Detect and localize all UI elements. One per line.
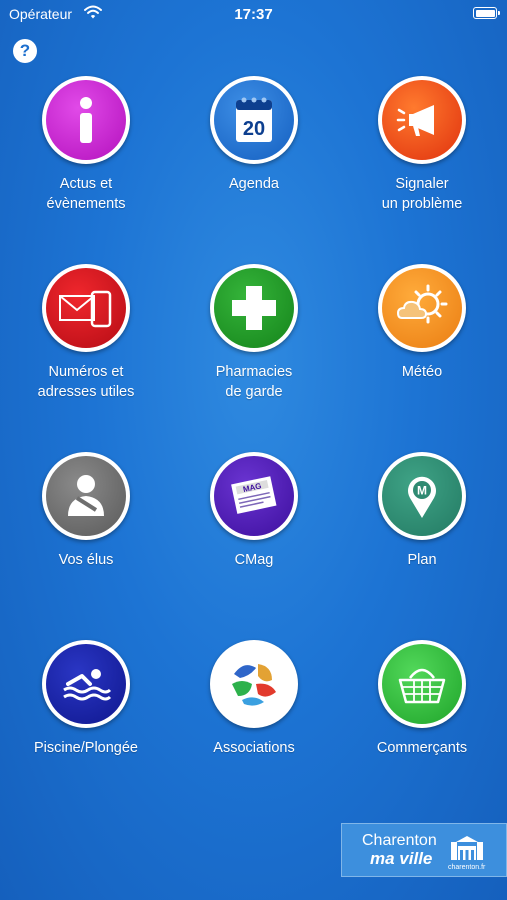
swimmer-icon — [46, 644, 126, 724]
pin-letter: M — [417, 484, 427, 498]
megaphone-icon — [382, 80, 462, 160]
tile-commercants[interactable]: Commerçants — [342, 640, 502, 758]
tile-signaler[interactable]: Signaler un problème — [342, 76, 502, 214]
calendar-day: 20 — [243, 118, 265, 140]
tile-label: Commerçants — [376, 740, 468, 756]
tile-label: Vos élus — [58, 552, 114, 568]
tile-plan[interactable]: M Plan — [342, 452, 502, 570]
mail-phone-icon — [46, 268, 126, 348]
tile-label: CMag — [234, 552, 274, 568]
tile-pharmacies[interactable]: Pharmacies de garde — [174, 264, 334, 402]
magazine-icon: MAG — [214, 456, 294, 536]
tile-label: Agenda — [229, 176, 279, 192]
tile-elus[interactable]: Vos élus — [6, 452, 166, 570]
tile-label: Piscine/Plongée — [34, 740, 138, 756]
info-icon — [46, 80, 126, 160]
tile-label: Pharmacies de garde — [215, 364, 293, 400]
calendar-icon: 20 — [214, 80, 294, 160]
pharmacy-cross-icon — [214, 268, 294, 348]
brand-name: Charenton — [362, 832, 437, 849]
tile-label: Numéros et adresses utiles — [37, 364, 135, 400]
tile-numeros[interactable]: Numéros et adresses utiles — [6, 264, 166, 402]
tile-label: Actus et évènements — [46, 176, 126, 212]
tile-agenda[interactable]: 20 Agenda — [174, 76, 334, 194]
map-pin-icon: M — [382, 456, 462, 536]
weather-sun-cloud-icon — [382, 268, 462, 348]
tile-label: Signaler un problème — [381, 176, 463, 212]
brand-website: charenton.fr — [448, 864, 486, 871]
associations-logo-icon — [214, 644, 294, 724]
tile-actus[interactable]: Actus et évènements — [6, 76, 166, 214]
status-bar: Opérateur 17:37 — [0, 0, 507, 30]
person-icon — [46, 456, 126, 536]
tile-label: Associations — [213, 740, 295, 756]
tile-piscine[interactable]: Piscine/Plongée — [6, 640, 166, 758]
town-hall-emblem-icon — [450, 832, 484, 867]
tile-associations[interactable]: Associations — [174, 640, 334, 758]
shopping-basket-icon — [382, 644, 462, 724]
brand-tagline: ma ville — [370, 849, 433, 868]
battery-icon — [473, 7, 500, 19]
tile-meteo[interactable]: Météo — [342, 264, 502, 382]
tile-label: Plan — [407, 552, 437, 568]
help-button[interactable]: ? — [13, 39, 37, 63]
tile-cmag[interactable]: MAG CMag — [174, 452, 334, 570]
charenton-brand-logo: Charenton ma ville charenton.fr — [341, 823, 507, 877]
tile-label: Météo — [401, 364, 443, 380]
status-time: 17:37 — [234, 6, 273, 23]
